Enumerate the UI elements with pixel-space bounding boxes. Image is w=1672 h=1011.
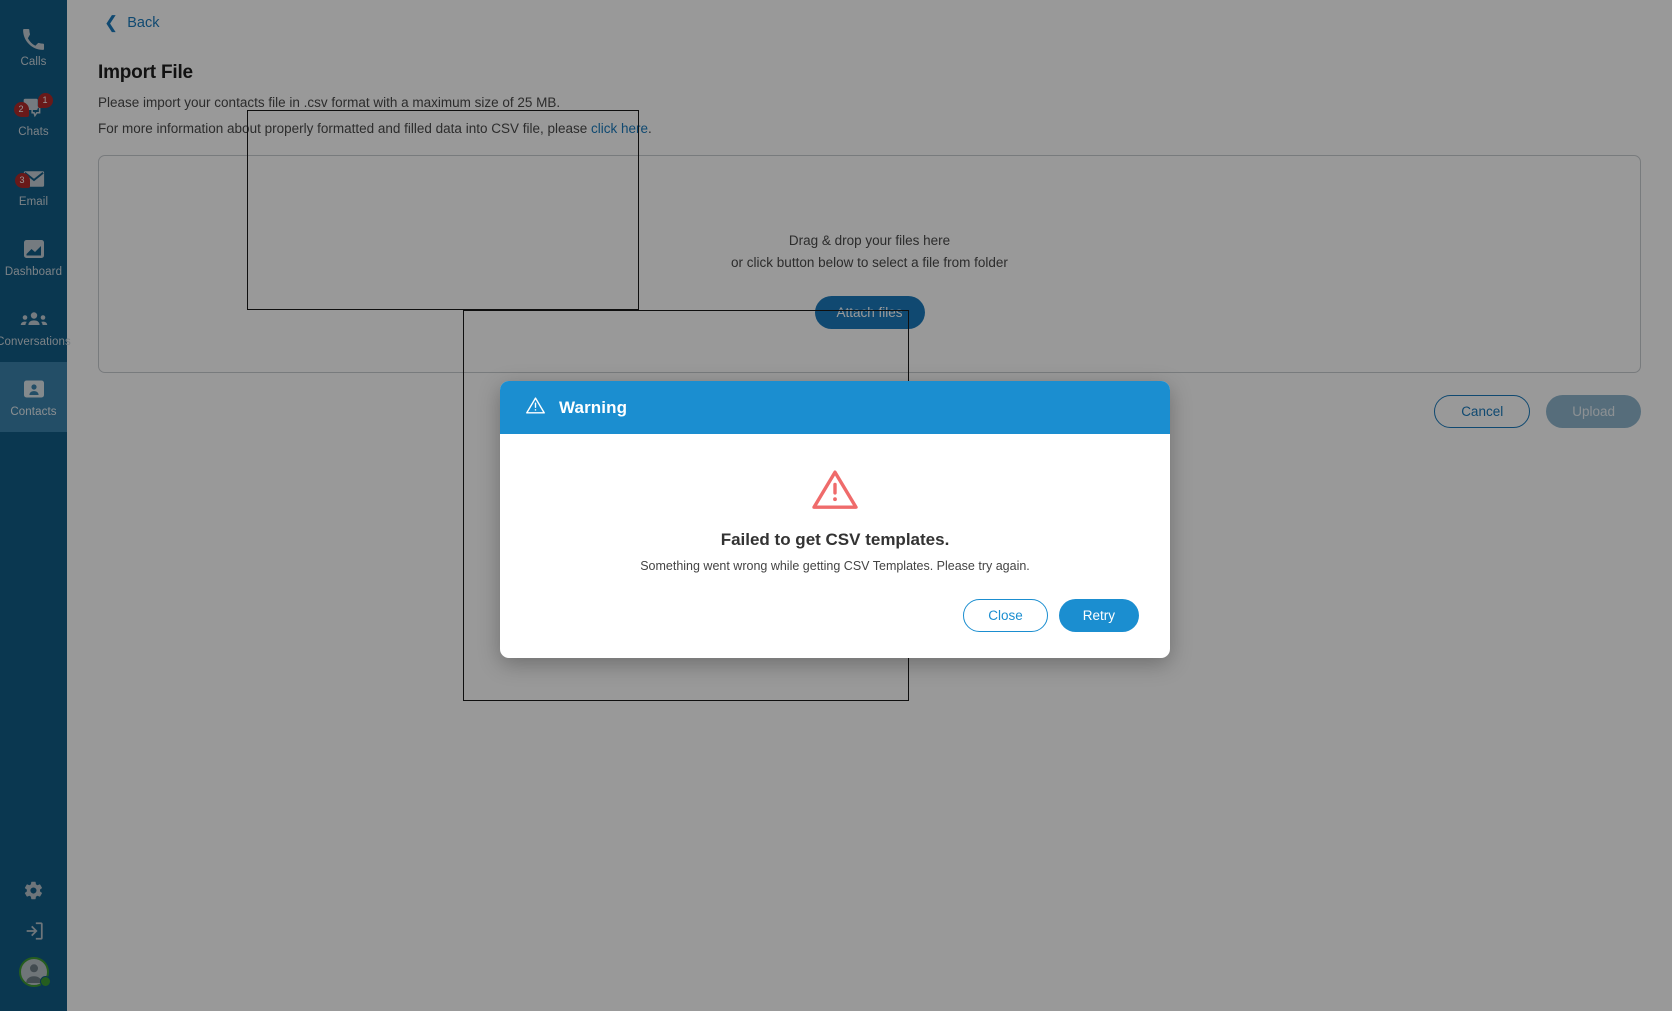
modal-header: Warning	[500, 381, 1170, 434]
modal-error-title: Failed to get CSV templates.	[720, 530, 950, 549]
warning-modal: Warning Failed to get CSV templates. Som…	[500, 381, 1170, 658]
warning-triangle-icon	[525, 395, 546, 421]
modal-body: Failed to get CSV templates. Something w…	[500, 434, 1170, 573]
app-root: Calls 1 2 Chats 3 Email Dashboard Conver…	[0, 0, 1672, 1011]
warning-triangle-icon	[520, 468, 1150, 516]
close-button[interactable]: Close	[963, 599, 1048, 632]
retry-button[interactable]: Retry	[1058, 599, 1139, 632]
modal-error-message: Something went wrong while getting CSV T…	[640, 559, 1030, 573]
modal-footer: Close Retry	[500, 573, 1170, 658]
modal-title-text: Warning	[559, 397, 628, 417]
